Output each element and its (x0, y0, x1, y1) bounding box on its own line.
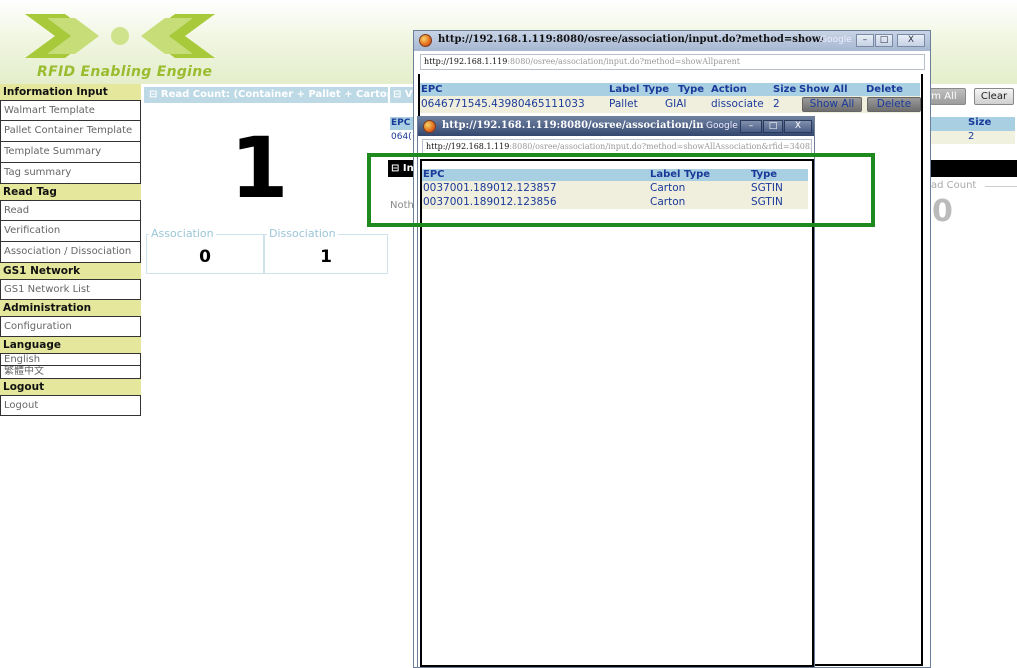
sidebar-item-pallet-container-template[interactable]: Pallet Container Template (0, 121, 141, 142)
right-read-count-value: 0 (932, 194, 953, 229)
close-icon[interactable]: X (784, 120, 812, 133)
read-count-value: 1 (230, 119, 289, 217)
right-black-bar (931, 160, 1017, 177)
sidebar-item-verification[interactable]: Verification (0, 221, 141, 242)
right-size-value: 2 (968, 131, 975, 142)
popup1-table: EPC Label Type Type Action Size Show All… (420, 83, 921, 113)
sidebar-section-administration: Administration (0, 300, 141, 316)
popup2-titlebar[interactable]: http://192.168.1.119:8080/osree/associat… (418, 117, 814, 136)
popup1-address-host: http://192.168.1.119 (424, 57, 508, 66)
read-count-panel-title: Read Count: (Container + Pallet + Carton… (160, 89, 388, 100)
logo (25, 8, 215, 64)
sidebar-item-tag-summary[interactable]: Tag summary (0, 163, 141, 184)
dissociation-value: 1 (320, 247, 332, 267)
minimize-icon[interactable]: – (856, 34, 874, 47)
sidebar-section-logout: Logout (0, 379, 141, 395)
association-box: Association 0 (146, 227, 264, 274)
sidebar-section-information-input: Information Input (0, 84, 141, 100)
popup1-address-path: :8080/osree/association/input.do?method=… (507, 57, 740, 66)
table-header-row: EPC Label Type Type Action Size Show All… (420, 83, 920, 96)
read-count-panel-bar: ⊟ Read Count: (Container + Pallet + Cart… (144, 87, 388, 103)
col-show-all-header: Show All (799, 84, 848, 95)
sidebar: Information Input Walmart Template Palle… (0, 84, 141, 416)
cell-size: 2 (773, 98, 780, 110)
col-action-header: Action (711, 84, 747, 95)
popup1-address-bar[interactable]: http://192.168.1.119:8080/osree/associat… (420, 54, 925, 70)
association-value: 0 (199, 247, 211, 267)
minimize-icon[interactable]: – (740, 120, 762, 133)
col-label-type-header: Label Type (609, 84, 670, 95)
sidebar-item-configuration[interactable]: Configuration (0, 316, 141, 337)
logo-chevrons-icon (25, 14, 215, 58)
sidebar-item-template-summary[interactable]: Template Summary (0, 142, 141, 163)
show-all-button[interactable]: Show All (802, 97, 862, 112)
maximize-icon[interactable]: □ (875, 34, 893, 47)
clear-button[interactable]: Clear (974, 88, 1014, 105)
delete-button[interactable]: Delete (867, 97, 921, 112)
cell-label-type: Pallet (609, 98, 638, 110)
right-read-count-label: ad Count (931, 180, 977, 191)
dissociation-label: Dissociation (267, 227, 338, 240)
highlight-annotation-box (367, 153, 875, 227)
popup1-title: http://192.168.1.119:8080/osree/associat… (438, 34, 823, 45)
popup2-address-host: http://192.168.1.119 (426, 142, 510, 151)
association-label: Association (149, 227, 216, 240)
sidebar-section-language: Language (0, 337, 141, 353)
second-panel-title: V (404, 89, 413, 100)
confirm-all-button[interactable]: rm All (930, 88, 966, 105)
panel-toggle-icon[interactable]: ⊟ (149, 89, 161, 100)
behind-epc-header: EPC (391, 118, 411, 128)
browser-globe-icon (419, 34, 432, 47)
popup2-content-frame (420, 159, 814, 667)
col-epc-header: EPC (421, 84, 443, 95)
cell-action: dissociate (711, 98, 764, 110)
dissociation-box: Dissociation 1 (264, 227, 388, 274)
col-size-header: Size (773, 84, 797, 95)
sidebar-item-walmart-template[interactable]: Walmart Template (0, 100, 141, 121)
popup1-google-label: Google (820, 35, 852, 45)
sidebar-item-traditional-chinese[interactable]: 繁體中文 (0, 366, 141, 379)
logo-text: RFID Enabling Engine (37, 64, 213, 80)
cell-epc[interactable]: 0646771545.43980465111033 (421, 98, 585, 111)
behind-epc-value: 064( (391, 132, 412, 142)
sidebar-section-gs1-network: GS1 Network (0, 263, 141, 279)
sidebar-item-association-dissociation[interactable]: Association / Dissociation (0, 242, 141, 263)
popup2-address-path: :8080/osree/association/input.do?method=… (509, 142, 811, 151)
popup2-google-label: Google (706, 121, 738, 131)
col-type-header: Type (678, 84, 705, 95)
close-icon[interactable]: X (897, 34, 925, 47)
sidebar-item-gs1-network-list[interactable]: GS1 Network List (0, 279, 141, 300)
table-row: 0646771545.43980465111033 Pallet GIAI di… (420, 96, 921, 113)
cell-type: GIAI (665, 98, 687, 110)
second-panel-bar: ⊟ V (390, 87, 414, 103)
sidebar-item-read[interactable]: Read (0, 200, 141, 221)
panel-toggle-icon[interactable]: ⊟ (393, 89, 405, 100)
popup1-titlebar[interactable]: http://192.168.1.119:8080/osree/associat… (414, 31, 930, 51)
popup2-title: http://192.168.1.119:8080/osree/associat… (442, 120, 704, 131)
browser-globe-icon (423, 120, 436, 133)
col-delete-header: Delete (866, 84, 903, 95)
sidebar-item-english[interactable]: English (0, 353, 141, 366)
right-size-header: Size (968, 117, 992, 128)
right-legend-line (985, 186, 1017, 187)
sidebar-item-logout[interactable]: Logout (0, 395, 141, 416)
maximize-icon[interactable]: □ (763, 120, 783, 133)
sidebar-section-read-tag: Read Tag (0, 184, 141, 200)
